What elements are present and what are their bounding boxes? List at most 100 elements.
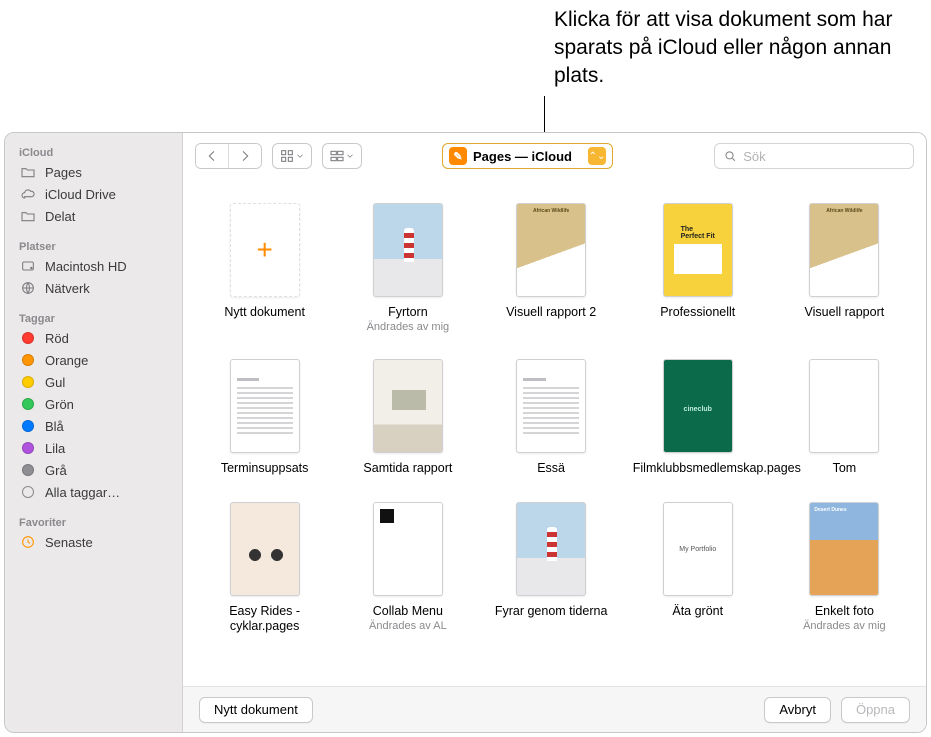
- file-thumbnail: [516, 359, 586, 453]
- file-name: Nytt dokument: [224, 305, 305, 320]
- cloud-icon: [19, 186, 37, 202]
- sidebar-item-label: Lila: [45, 441, 172, 456]
- sidebar-item[interactable]: Grå: [5, 459, 182, 481]
- file-grid: +Nytt dokumentFyrtornÄndrades av migAfri…: [183, 179, 926, 686]
- sidebar-section-title: Platser: [5, 237, 182, 255]
- file-item[interactable]: Tom: [783, 359, 906, 476]
- search-input[interactable]: [743, 149, 905, 164]
- file-name: Visuell rapport: [805, 305, 885, 320]
- toolbar: ✎ Pages — iCloud ⌃⌄: [183, 133, 926, 179]
- sidebar-item[interactable]: Gul: [5, 371, 182, 393]
- sidebar-item[interactable]: Nätverk: [5, 277, 182, 299]
- file-name: Fyrar genom tiderna: [495, 604, 608, 619]
- sidebar-item[interactable]: Grön: [5, 393, 182, 415]
- file-thumbnail: [230, 502, 300, 596]
- chevron-right-icon: [237, 148, 253, 164]
- updown-icon: ⌃⌄: [588, 147, 606, 165]
- disk-icon: [19, 258, 37, 274]
- sidebar-item-label: Delat: [45, 209, 172, 224]
- location-popup[interactable]: ✎ Pages — iCloud ⌃⌄: [442, 143, 613, 169]
- pages-app-icon: ✎: [449, 147, 467, 165]
- file-item[interactable]: FyrtornÄndrades av mig: [346, 203, 469, 333]
- file-thumbnail: [516, 502, 586, 596]
- file-item[interactable]: Samtida rapport: [346, 359, 469, 476]
- shared-icon: [19, 208, 37, 224]
- file-name: Äta grönt: [672, 604, 723, 619]
- location-label: Pages — iCloud: [473, 149, 572, 164]
- file-name: Fyrtorn: [388, 305, 428, 320]
- sidebar-item[interactable]: Lila: [5, 437, 182, 459]
- sidebar-item[interactable]: Blå: [5, 415, 182, 437]
- file-item[interactable]: My Portfolio Äta grönt: [633, 502, 763, 634]
- sidebar-item-label: Röd: [45, 331, 172, 346]
- sidebar-item[interactable]: Pages: [5, 161, 182, 183]
- sidebar-item-label: Nätverk: [45, 281, 172, 296]
- sidebar-item-label: Orange: [45, 353, 172, 368]
- tag-dot-icon: [19, 440, 37, 456]
- file-item[interactable]: Terminsuppsats: [203, 359, 326, 476]
- sidebar-item[interactable]: Röd: [5, 327, 182, 349]
- sidebar-section-title: Favoriter: [5, 513, 182, 531]
- file-subtitle: Ändrades av AL: [369, 620, 447, 632]
- recent-icon: [19, 534, 37, 550]
- file-item[interactable]: Fyrar genom tiderna: [490, 502, 613, 634]
- sidebar-item-label: iCloud Drive: [45, 187, 172, 202]
- sidebar-item-label: Gul: [45, 375, 172, 390]
- nav-segment: [195, 143, 262, 169]
- open-button[interactable]: Öppna: [841, 697, 910, 723]
- file-name: Professionellt: [660, 305, 735, 320]
- sidebar: iCloudPages iCloud Drive Delat Platser Macin…: [5, 133, 183, 732]
- file-name: Terminsuppsats: [221, 461, 309, 476]
- file-item[interactable]: African WildlifeVisuell rapport: [783, 203, 906, 333]
- forward-button[interactable]: [228, 144, 261, 168]
- tag-dot-icon: [19, 418, 37, 434]
- file-thumbnail: Desert Dunes: [809, 502, 879, 596]
- sidebar-item-label: Macintosh HD: [45, 259, 172, 274]
- file-thumbnail: My Portfolio: [663, 502, 733, 596]
- back-button[interactable]: [196, 144, 228, 168]
- file-name: Easy Rides -cyklar.pages: [203, 604, 326, 634]
- file-item[interactable]: Easy Rides -cyklar.pages: [203, 502, 326, 634]
- file-item[interactable]: ThePerfect Fit Professionellt: [633, 203, 763, 333]
- file-thumbnail: ThePerfect Fit: [663, 203, 733, 297]
- file-name: Collab Menu: [373, 604, 443, 619]
- file-item[interactable]: Essä: [490, 359, 613, 476]
- sidebar-item[interactable]: Macintosh HD: [5, 255, 182, 277]
- sidebar-section-title: iCloud: [5, 143, 182, 161]
- sidebar-item-label: Grön: [45, 397, 172, 412]
- tag-dot-icon: [19, 462, 37, 478]
- callout-text: Klicka för att visa dokument som har spa…: [554, 6, 924, 90]
- file-subtitle: Ändrades av mig: [803, 620, 886, 632]
- alltags-icon: [19, 484, 37, 500]
- sidebar-item[interactable]: iCloud Drive: [5, 183, 182, 205]
- new-document-button[interactable]: Nytt dokument: [199, 697, 313, 723]
- file-item[interactable]: Collab MenuÄndrades av AL: [346, 502, 469, 634]
- sidebar-item[interactable]: Orange: [5, 349, 182, 371]
- file-name: Visuell rapport 2: [506, 305, 596, 320]
- file-item[interactable]: African WildlifeVisuell rapport 2: [490, 203, 613, 333]
- sidebar-item[interactable]: Delat: [5, 205, 182, 227]
- tag-dot-icon: [19, 396, 37, 412]
- group-button[interactable]: [322, 143, 362, 169]
- chevron-left-icon: [204, 148, 220, 164]
- sidebar-item-label: Grå: [45, 463, 172, 478]
- sidebar-item[interactable]: Senaste: [5, 531, 182, 553]
- sidebar-item-label: Blå: [45, 419, 172, 434]
- search-field[interactable]: [714, 143, 914, 169]
- file-thumbnail: [373, 359, 443, 453]
- cancel-button[interactable]: Avbryt: [764, 697, 831, 723]
- sidebar-section-title: Taggar: [5, 309, 182, 327]
- tag-dot-icon: [19, 330, 37, 346]
- file-thumbnail: [809, 359, 879, 453]
- view-mode-button[interactable]: [272, 143, 312, 169]
- file-name: Samtida rapport: [363, 461, 452, 476]
- sidebar-item[interactable]: Alla taggar…: [5, 481, 182, 503]
- tag-dot-icon: [19, 374, 37, 390]
- new-document-tile[interactable]: +Nytt dokument: [203, 203, 326, 333]
- tag-dot-icon: [19, 352, 37, 368]
- bottom-bar: Nytt dokument Avbryt Öppna: [183, 686, 926, 732]
- sidebar-item-label: Senaste: [45, 535, 172, 550]
- file-item[interactable]: cineclubFilmklubbsmedlemskap.pages: [633, 359, 763, 476]
- file-thumbnail: [230, 359, 300, 453]
- file-item[interactable]: Desert DunesEnkelt fotoÄndrades av mig: [783, 502, 906, 634]
